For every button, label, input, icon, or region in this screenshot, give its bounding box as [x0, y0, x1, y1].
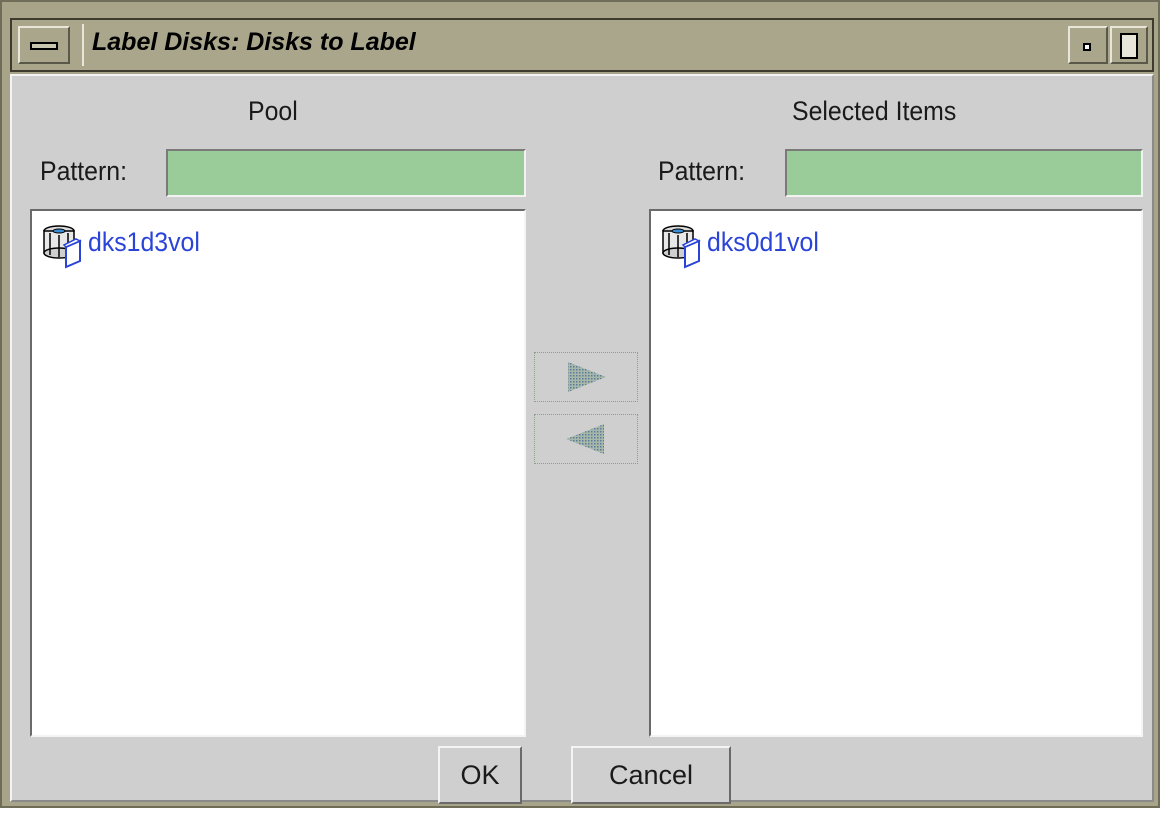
disk-volume-icon [43, 225, 82, 269]
left-arrow-icon [566, 424, 604, 454]
pool-pattern-label: Pattern: [40, 156, 127, 186]
window-title: Label Disks: Disks to Label [92, 28, 416, 56]
disk-volume-icon [662, 225, 701, 269]
minimize-icon [1083, 43, 1091, 51]
cancel-button[interactable]: Cancel [571, 746, 731, 804]
selected-pattern-label: Pattern: [658, 156, 745, 186]
minimize-button[interactable] [1068, 26, 1108, 64]
pool-item-label: dks1d3vol [88, 227, 200, 257]
remove-from-selected-button[interactable] [534, 414, 638, 464]
maximize-button[interactable] [1110, 26, 1148, 64]
window-menu-icon [30, 42, 58, 50]
pool-heading: Pool [248, 96, 298, 126]
ok-button[interactable]: OK [438, 746, 522, 804]
selected-heading: Selected Items [792, 96, 957, 126]
selected-item-label: dks0d1vol [707, 227, 819, 257]
add-to-selected-button[interactable] [534, 352, 638, 402]
pool-pattern-input[interactable] [166, 149, 526, 197]
title-bar[interactable]: Label Disks: Disks to Label [10, 18, 1154, 72]
maximize-icon [1120, 33, 1138, 59]
right-arrow-icon [568, 362, 606, 392]
pool-list-item[interactable]: dks1d3vol [40, 223, 210, 269]
selected-list[interactable]: dks0d1vol [649, 209, 1143, 737]
pool-list[interactable]: dks1d3vol [30, 209, 526, 737]
selected-list-item[interactable]: dks0d1vol [659, 223, 829, 269]
selected-pattern-input[interactable] [785, 149, 1143, 197]
window-menu-button[interactable] [18, 26, 70, 64]
dialog-window: Label Disks: Disks to Label Pool Pattern… [0, 0, 1160, 808]
dialog-content: Pool Pattern: dks1d3vol Selected Items P… [10, 74, 1154, 804]
